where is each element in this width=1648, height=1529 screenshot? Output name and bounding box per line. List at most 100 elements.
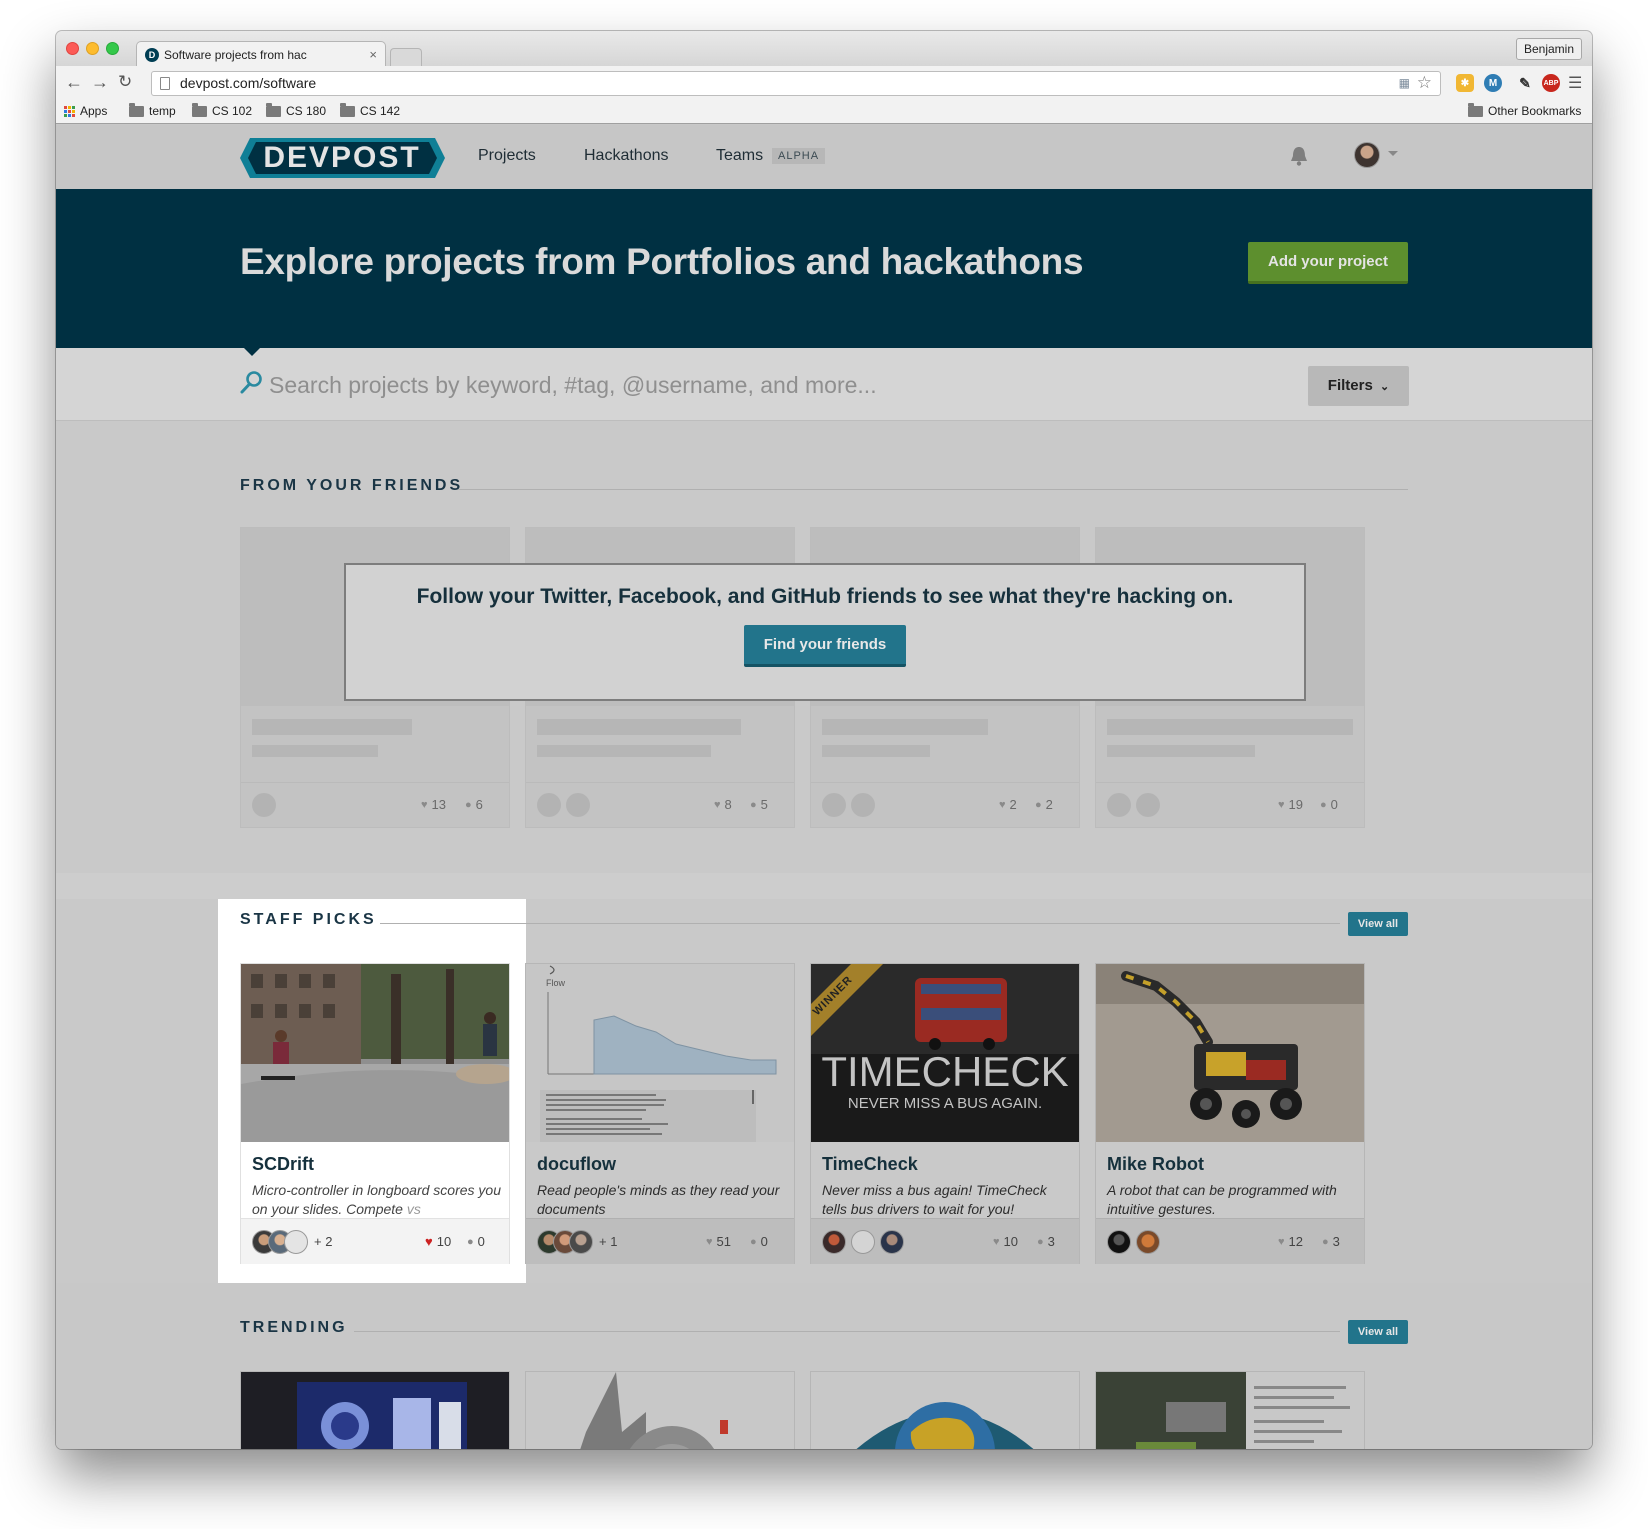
add-project-button[interactable]: Add your project (1248, 242, 1408, 284)
heart-icon: ♥ (999, 798, 1006, 811)
trending-view-all-button[interactable]: View all (1348, 1320, 1408, 1344)
more-members: + 2 (314, 1234, 333, 1249)
bookmark-label: Other Bookmarks (1488, 104, 1582, 118)
member-avatar[interactable] (569, 1230, 593, 1254)
project-title[interactable]: SCDrift (252, 1154, 314, 1175)
filters-dropdown[interactable]: Filters ⌄ (1308, 366, 1409, 406)
comment-count: ● 0 (750, 1234, 768, 1249)
heart-icon: ♥ (421, 798, 428, 811)
browser-tab[interactable]: D Software projects from hac × (136, 41, 386, 67)
bookmark-cs180[interactable]: CS 180 (266, 102, 326, 118)
extension-m-icon[interactable]: M (1484, 74, 1502, 92)
project-card-mike-robot[interactable]: Mike Robot A robot that can be programme… (1095, 963, 1365, 1264)
bell-icon[interactable] (1290, 145, 1308, 167)
trending-card[interactable] (1095, 1371, 1365, 1449)
project-card-timecheck[interactable]: TIMECHECK NEVER MISS A BUS AGAIN. WINNER… (810, 963, 1080, 1264)
chevron-down-icon[interactable] (1388, 151, 1398, 156)
trending-card[interactable] (240, 1371, 510, 1449)
logo-text: DEVPOST (263, 141, 420, 174)
folder-icon (340, 102, 355, 117)
project-thumbnail[interactable] (1096, 964, 1364, 1142)
follow-friends-prompt: Follow your Twitter, Facebook, and GitHu… (344, 563, 1306, 701)
heart-icon: ♥ (1278, 798, 1285, 811)
profile-button[interactable]: Benjamin (1515, 38, 1582, 60)
comment-count: ● 6 (465, 797, 483, 812)
close-tab-icon[interactable]: × (369, 47, 377, 62)
star-icon[interactable]: ☆ (1417, 71, 1432, 94)
reader-icon[interactable]: ▦ (1399, 72, 1410, 95)
member-avatar[interactable] (1136, 1230, 1160, 1254)
browser-toolbar: ← → ↻ devpost.com/software ▦ ☆ ✱ M ✎ ABP… (56, 66, 1592, 100)
heart-icon: ♥ (425, 1234, 433, 1249)
reload-icon[interactable]: ↻ (118, 72, 132, 92)
bookmark-temp[interactable]: temp (129, 102, 176, 118)
site-header: DEVPOST Projects Hackathons Teams ALPHA (56, 125, 1592, 189)
bookmark-label: CS 102 (212, 104, 253, 118)
trending-card[interactable] (525, 1371, 795, 1449)
member-avatar[interactable] (822, 1230, 846, 1254)
comment-count: ● 5 (750, 797, 768, 812)
like-count[interactable]: ♥ 51 (706, 1234, 731, 1249)
close-window-button[interactable] (66, 42, 79, 55)
bookmark-apps[interactable]: Apps (64, 104, 107, 118)
project-thumbnail[interactable]: TIMECHECK NEVER MISS A BUS AGAIN. WINNER (811, 964, 1079, 1142)
thumbnail-title: TIMECHECK (821, 1048, 1068, 1095)
hero-notch (244, 348, 260, 356)
bookmark-cs142[interactable]: CS 142 (340, 102, 400, 118)
project-title[interactable]: docuflow (537, 1154, 616, 1175)
like-count[interactable]: ♥ 10 (425, 1234, 451, 1249)
minimize-window-button[interactable] (86, 42, 99, 55)
comment-icon: ● (1035, 798, 1042, 811)
new-tab-button[interactable] (390, 48, 422, 66)
comment-count: ● 0 (1320, 797, 1338, 812)
back-icon[interactable]: ← (65, 72, 83, 93)
folder-icon (192, 102, 207, 117)
project-title[interactable]: TimeCheck (822, 1154, 918, 1175)
staff-picks-view-all-button[interactable]: View all (1348, 912, 1408, 936)
project-title[interactable]: Mike Robot (1107, 1154, 1204, 1175)
find-friends-button[interactable]: Find your friends (744, 625, 906, 667)
extension-puzzle-icon[interactable]: ✱ (1456, 74, 1474, 92)
project-thumbnail[interactable] (526, 1372, 794, 1449)
address-url: devpost.com/software (180, 75, 317, 91)
heart-icon: ♥ (1278, 1235, 1285, 1248)
trending-heading: TRENDING (240, 1319, 348, 1336)
member-avatar[interactable] (880, 1230, 904, 1254)
project-thumbnail[interactable] (811, 1372, 1079, 1449)
comment-icon: ● (467, 1235, 474, 1248)
project-thumbnail[interactable] (241, 1372, 509, 1449)
comment-count: ● 2 (1035, 797, 1053, 812)
bookmark-other[interactable]: Other Bookmarks (1468, 102, 1582, 118)
project-description: A robot that can be programmed with intu… (1107, 1182, 1337, 1217)
like-count[interactable]: ♥ 10 (993, 1234, 1018, 1249)
section-gap (56, 873, 1592, 899)
project-card-scdrift[interactable]: SCDrift Micro-controller in longboard sc… (240, 963, 510, 1264)
project-thumbnail[interactable]: Flow (526, 964, 794, 1142)
browser-window: D Software projects from hac × Benjamin … (56, 31, 1592, 1449)
user-avatar[interactable] (1354, 142, 1380, 168)
nav-projects[interactable]: Projects (478, 147, 536, 165)
member-avatar[interactable] (1107, 1230, 1131, 1254)
follow-friends-text: Follow your Twitter, Facebook, and GitHu… (416, 585, 1234, 608)
zoom-window-button[interactable] (106, 42, 119, 55)
menu-icon[interactable]: ☰ (1568, 73, 1582, 93)
forward-icon[interactable]: → (91, 72, 109, 93)
member-avatar[interactable] (284, 1230, 308, 1254)
member-avatar[interactable] (851, 1230, 875, 1254)
nav-teams[interactable]: Teams (716, 147, 763, 165)
search-input[interactable] (269, 366, 1209, 404)
devpost-logo[interactable]: DEVPOST (240, 138, 445, 178)
adblock-icon[interactable]: ABP (1542, 74, 1560, 92)
like-count[interactable]: ♥ 12 (1278, 1234, 1303, 1249)
project-thumbnail[interactable] (241, 964, 509, 1142)
comment-icon: ● (465, 798, 472, 811)
nav-hackathons[interactable]: Hackathons (584, 147, 669, 165)
address-bar[interactable]: devpost.com/software ▦ ☆ (151, 71, 1441, 96)
project-thumbnail[interactable] (1096, 1372, 1364, 1449)
bookmark-cs102[interactable]: CS 102 (192, 102, 253, 118)
extension-pen-icon[interactable]: ✎ (1516, 74, 1534, 92)
heart-icon: ♥ (714, 798, 721, 811)
project-card-docuflow[interactable]: Flow docuflow Read people's minds as the… (525, 963, 795, 1264)
trending-card[interactable] (810, 1371, 1080, 1449)
card-footer: ♥ 10 ● 3 (811, 1218, 1079, 1264)
